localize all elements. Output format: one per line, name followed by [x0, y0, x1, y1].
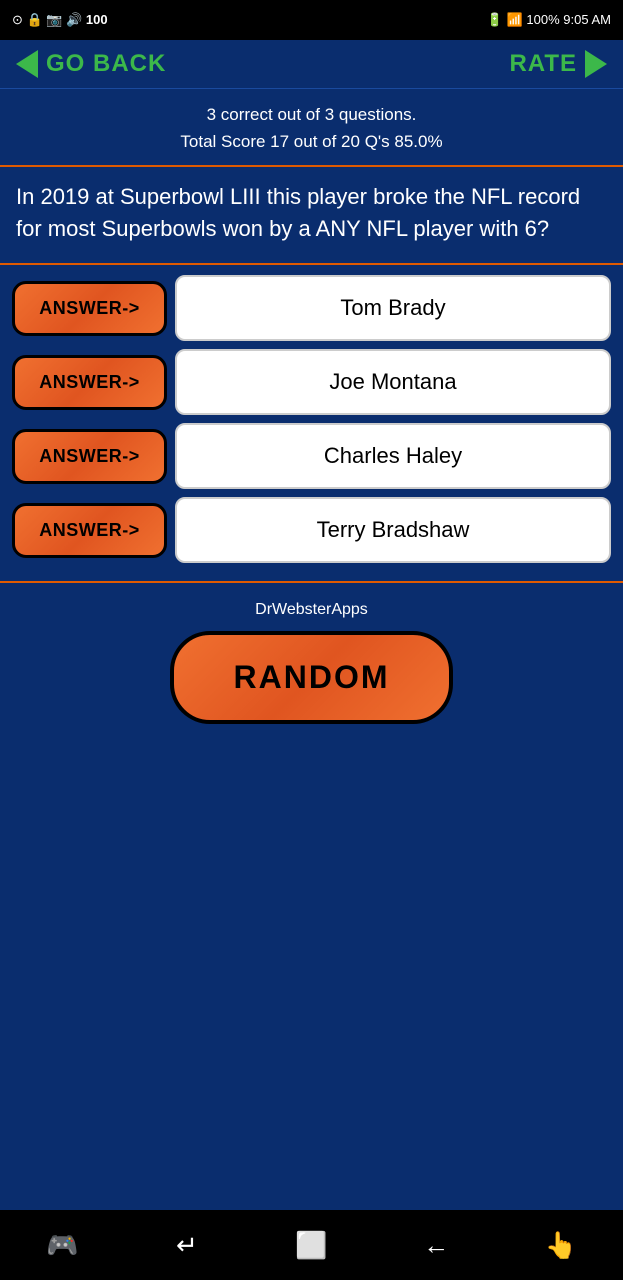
- go-back-label: GO BACK: [46, 50, 166, 78]
- answer-button-2[interactable]: ANSWER->: [12, 355, 167, 410]
- score-correct-line: 3 correct out of 3 questions.: [10, 101, 613, 128]
- answer-row-3: ANSWER-> Charles Haley: [12, 423, 611, 489]
- answer-text-1[interactable]: Tom Brady: [175, 275, 611, 341]
- touch-icon[interactable]: 👆: [541, 1225, 581, 1265]
- divider: [0, 581, 623, 583]
- answer-row-1: ANSWER-> Tom Brady: [12, 275, 611, 341]
- score-section: 3 correct out of 3 questions. Total Scor…: [0, 89, 623, 165]
- question-section: In 2019 at Superbowl LIII this player br…: [0, 165, 623, 265]
- rate-button[interactable]: RATE: [509, 50, 607, 78]
- score-total-line: Total Score 17 out of 20 Q's 85.0%: [10, 128, 613, 155]
- bottom-nav-bar: 🎮 ↵ ⬜ ← 👆: [0, 1210, 623, 1280]
- random-button[interactable]: RANDOM: [170, 631, 454, 724]
- answer-button-1[interactable]: ANSWER->: [12, 281, 167, 336]
- answer-text-3[interactable]: Charles Haley: [175, 423, 611, 489]
- back-arrow-icon[interactable]: ←: [416, 1225, 456, 1265]
- answer-text-4[interactable]: Terry Bradshaw: [175, 497, 611, 563]
- answer-row-4: ANSWER-> Terry Bradshaw: [12, 497, 611, 563]
- answer-row-2: ANSWER-> Joe Montana: [12, 349, 611, 415]
- answer-text-2[interactable]: Joe Montana: [175, 349, 611, 415]
- footer-section: DrWebsterApps RANDOM: [0, 591, 623, 744]
- status-right: 🔋 📶 100% 9:05 AM: [487, 12, 611, 28]
- status-bar: ⊙ 🔒 📷 🔊 100 🔋 📶 100% 9:05 AM: [0, 0, 623, 40]
- go-back-button[interactable]: GO BACK: [16, 50, 166, 78]
- answer-button-4[interactable]: ANSWER->: [12, 503, 167, 558]
- rate-arrow-icon: [585, 50, 607, 78]
- top-nav: GO BACK RATE: [0, 40, 623, 89]
- rate-label: RATE: [509, 50, 577, 78]
- back-nav-icon[interactable]: ↵: [167, 1225, 207, 1265]
- gamepad-icon[interactable]: 🎮: [42, 1225, 82, 1265]
- brand-label: DrWebsterApps: [255, 601, 368, 619]
- status-left: ⊙ 🔒 📷 🔊 100: [12, 12, 108, 28]
- answers-section: ANSWER-> Tom Brady ANSWER-> Joe Montana …: [0, 265, 623, 573]
- question-text: In 2019 at Superbowl LIII this player br…: [16, 181, 607, 245]
- home-icon[interactable]: ⬜: [291, 1225, 331, 1265]
- go-back-arrow-icon: [16, 50, 38, 78]
- answer-button-3[interactable]: ANSWER->: [12, 429, 167, 484]
- status-icons: ⊙ 🔒 📷 🔊 100: [12, 12, 108, 28]
- battery-signal: 🔋 📶 100% 9:05 AM: [487, 12, 611, 28]
- main-content-filler: [0, 744, 623, 1210]
